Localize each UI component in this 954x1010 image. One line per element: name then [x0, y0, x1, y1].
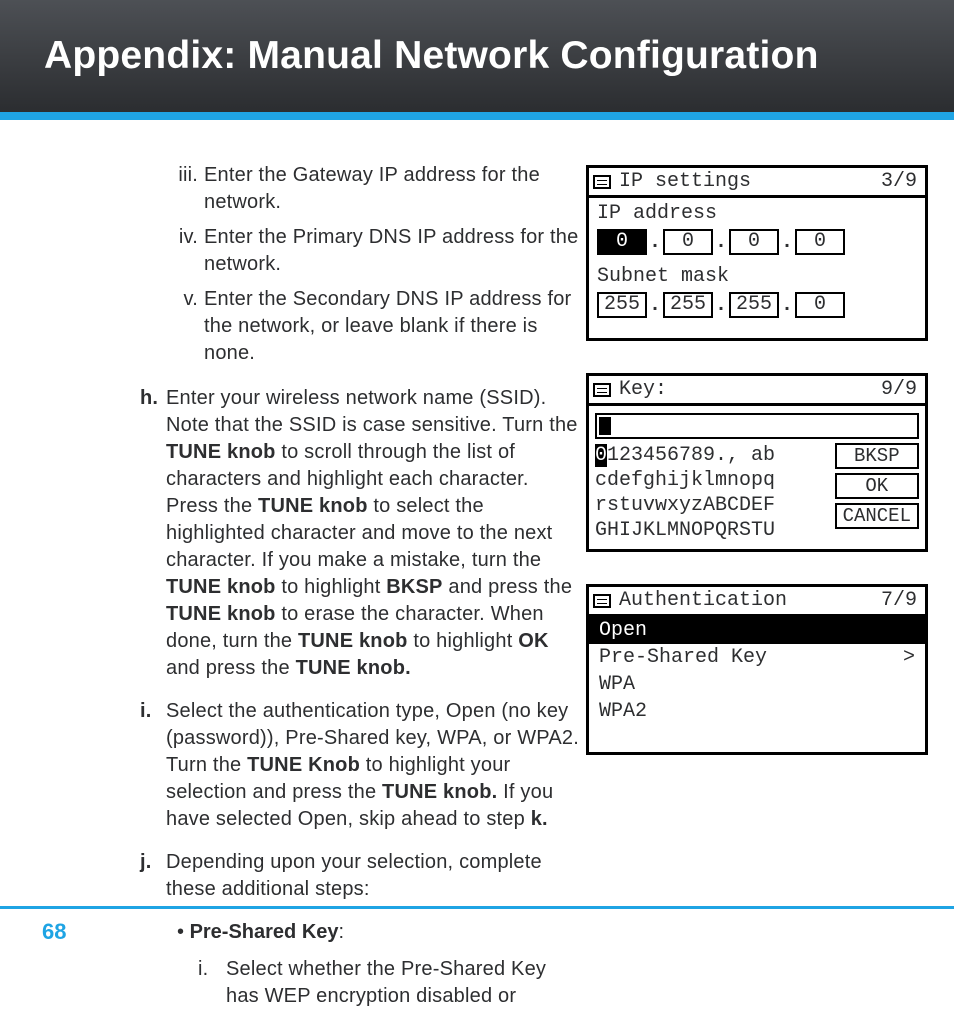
auth-option-psk[interactable]: Pre-Shared Key> — [589, 644, 925, 671]
char-highlighted[interactable]: 0 — [595, 444, 607, 467]
screen-body: 0123456789., ab cdefghijklmnopq rstuvwxy… — [589, 406, 925, 549]
cancel-button[interactable]: CANCEL — [835, 503, 919, 529]
step-text: Enter the Gateway IP address for the net… — [204, 162, 582, 216]
screen-page-indicator: 9/9 — [881, 378, 917, 401]
roman-numeral: i. — [198, 956, 220, 1010]
step-iv: iv. Enter the Primary DNS IP address for… — [164, 224, 582, 278]
ok-button[interactable]: OK — [835, 473, 919, 499]
subnet-mask-field[interactable]: 255. 255. 255. 0 — [597, 292, 917, 318]
octet[interactable]: 0 — [663, 229, 713, 255]
auth-options: Open Pre-Shared Key> WPA WPA2 — [589, 617, 925, 752]
step-iii: iii. Enter the Gateway IP address for th… — [164, 162, 582, 216]
screen-header: IP settings 3/9 — [589, 168, 925, 198]
ip-address-label: IP address — [597, 202, 917, 225]
roman-numeral: v. — [164, 286, 198, 367]
step-body: Enter your wireless network name (SSID).… — [166, 385, 582, 682]
page-header: Appendix: Manual Network Configuration — [0, 0, 954, 120]
instruction-column: iii. Enter the Gateway IP address for th… — [62, 162, 582, 1010]
list-icon — [593, 175, 611, 189]
octet[interactable]: 0 — [795, 292, 845, 318]
step-letter: h. — [140, 385, 166, 682]
roman-list: iii. Enter the Gateway IP address for th… — [164, 162, 582, 367]
screen-body: IP address 0. 0. 0. 0 Subnet mask 255. 2… — [589, 198, 925, 338]
screen-title: IP settings — [619, 170, 881, 193]
octet[interactable]: 255 — [663, 292, 713, 318]
character-picker[interactable]: 0123456789., ab cdefghijklmnopq rstuvwxy… — [595, 443, 919, 543]
step-v: v. Enter the Secondary DNS IP address fo… — [164, 286, 582, 367]
character-grid[interactable]: 0123456789., ab cdefghijklmnopq rstuvwxy… — [595, 443, 829, 543]
screen-title: Authentication — [619, 589, 881, 612]
step-letter: j. — [140, 849, 166, 903]
roman-numeral: iii. — [164, 162, 198, 216]
step-j: j. Depending upon your selection, comple… — [140, 849, 582, 903]
auth-option-open[interactable]: Open — [589, 617, 925, 644]
device-screens: IP settings 3/9 IP address 0. 0. 0. 0 Su… — [586, 165, 928, 787]
octet[interactable]: 255 — [597, 292, 647, 318]
key-input[interactable] — [595, 413, 919, 439]
screen-authentication: Authentication 7/9 Open Pre-Shared Key> … — [586, 584, 928, 755]
roman-numeral: iv. — [164, 224, 198, 278]
page-footer: 68 — [0, 906, 954, 954]
cursor-icon — [599, 417, 611, 435]
subnet-mask-label: Subnet mask — [597, 265, 917, 288]
step-body: Depending upon your selection, complete … — [166, 849, 582, 903]
octet[interactable]: 0 — [597, 229, 647, 255]
page-content: iii. Enter the Gateway IP address for th… — [0, 120, 954, 906]
screen-title: Key: — [619, 378, 881, 401]
screen-header: Key: 9/9 — [589, 376, 925, 406]
step-i: i. Select the authentication type, Open … — [140, 698, 582, 833]
chevron-right-icon: > — [903, 646, 915, 669]
list-icon — [593, 594, 611, 608]
bksp-button[interactable]: BKSP — [835, 443, 919, 469]
step-h: h. Enter your wireless network name (SSI… — [140, 385, 582, 682]
key-buttons: BKSP OK CANCEL — [835, 443, 919, 543]
auth-option-wpa2[interactable]: WPA2 — [589, 698, 925, 725]
list-icon — [593, 383, 611, 397]
sub-step-i: i. Select whether the Pre-Shared Key has… — [198, 956, 582, 1010]
page-title: Appendix: Manual Network Configuration — [44, 34, 819, 78]
auth-option-wpa[interactable]: WPA — [589, 671, 925, 698]
auth-option-blank — [589, 725, 925, 752]
page-number: 68 — [42, 919, 66, 945]
step-text: Enter the Secondary DNS IP address for t… — [204, 286, 582, 367]
octet[interactable]: 0 — [795, 229, 845, 255]
screen-page-indicator: 7/9 — [881, 589, 917, 612]
step-letter: i. — [140, 698, 166, 833]
ip-address-field[interactable]: 0. 0. 0. 0 — [597, 229, 917, 255]
screen-page-indicator: 3/9 — [881, 170, 917, 193]
step-text: Enter the Primary DNS IP address for the… — [204, 224, 582, 278]
octet[interactable]: 255 — [729, 292, 779, 318]
step-body: Select the authentication type, Open (no… — [166, 698, 582, 833]
screen-ip-settings: IP settings 3/9 IP address 0. 0. 0. 0 Su… — [586, 165, 928, 341]
step-text: Select whether the Pre-Shared Key has WE… — [226, 956, 582, 1010]
screen-header: Authentication 7/9 — [589, 587, 925, 617]
octet[interactable]: 0 — [729, 229, 779, 255]
screen-key-entry: Key: 9/9 0123456789., ab cdefghijklmnopq… — [586, 373, 928, 552]
